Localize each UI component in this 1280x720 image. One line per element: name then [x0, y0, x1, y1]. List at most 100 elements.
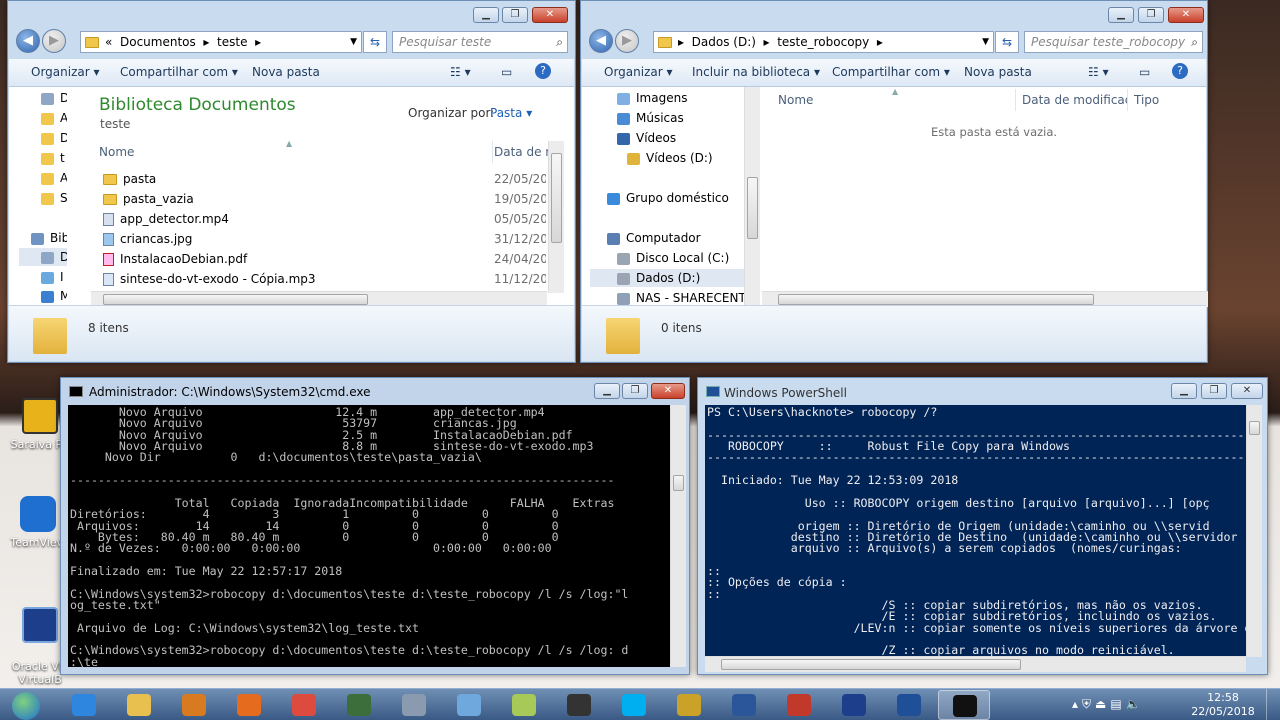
file-row[interactable]: sintese-do-vt-exodo - Cópia.mp3	[103, 269, 316, 289]
file-row[interactable]: InstalacaoDebian.pdf	[103, 249, 247, 269]
breadcrumb-drive[interactable]: Dados (D:)	[692, 35, 756, 49]
taskbar-button[interactable]	[828, 690, 880, 720]
scroll-thumb[interactable]	[673, 475, 684, 491]
minimize-button[interactable]: ▁	[594, 383, 620, 399]
refresh-button[interactable]: ⇆	[363, 31, 387, 53]
nav-item[interactable]: Vídeos (D:)	[627, 149, 713, 167]
new-folder-button[interactable]: Nova pasta	[964, 65, 1032, 79]
title-bar[interactable]: Administrador: C:\Windows\System32\cmd.e…	[61, 378, 689, 404]
preview-pane-icon[interactable]: ▭	[501, 65, 512, 79]
file-row[interactable]: pasta	[103, 169, 156, 189]
taskbar-button[interactable]	[388, 690, 440, 720]
console-output[interactable]: PS C:\Users\hacknote> robocopy /? -------…	[705, 405, 1246, 657]
address-bar[interactable]: « Documentos ▸ teste ▸ ▼	[80, 31, 362, 53]
help-icon[interactable]: ?	[1172, 63, 1188, 79]
view-options-icon[interactable]: ☷ ▾	[450, 65, 471, 79]
taskbar-button[interactable]	[58, 690, 110, 720]
show-desktop-button[interactable]	[1266, 689, 1280, 720]
nav-item[interactable]: Vídeos	[617, 129, 676, 147]
volume-icon[interactable]: 🔈	[1126, 697, 1145, 711]
search-input[interactable]: Pesquisar teste ⌕	[392, 31, 568, 53]
nav-item[interactable]: Músicas	[617, 109, 684, 127]
column-header-name[interactable]: Nome ▲	[762, 87, 1016, 111]
column-header-name[interactable]: Nome ▲	[91, 139, 493, 163]
minimize-button[interactable]: ▁	[473, 7, 499, 23]
title-bar[interactable]: ▁ ❐ ✕	[8, 1, 575, 29]
back-button[interactable]: ◀	[589, 29, 613, 53]
taskbar-button[interactable]	[333, 690, 385, 720]
clock[interactable]: 12:58 22/05/2018	[1188, 691, 1258, 719]
taskbar-button[interactable]	[278, 690, 330, 720]
taskbar-button[interactable]	[498, 690, 550, 720]
taskbar-button[interactable]	[608, 690, 660, 720]
help-icon[interactable]: ?	[535, 63, 551, 79]
minimize-button[interactable]: ▁	[1171, 383, 1197, 399]
nav-item[interactable]: Grupo doméstico	[607, 189, 729, 207]
taskbar-button[interactable]	[718, 690, 770, 720]
nav-item[interactable]: Dados (D:)	[590, 269, 744, 287]
address-bar[interactable]: ▸ Dados (D:) ▸ teste_robocopy ▸ ▼	[653, 31, 994, 53]
share-button[interactable]: Compartilhar com ▾	[832, 65, 950, 79]
file-row[interactable]: criancas.jpg	[103, 229, 192, 249]
file-row[interactable]: app_detector.mp4	[103, 209, 229, 229]
breadcrumb-overflow[interactable]: «	[105, 35, 112, 49]
nav-item[interactable]: Computador	[607, 229, 701, 247]
nav-item[interactable]: I	[41, 268, 64, 286]
network-icon[interactable]: ▤	[1110, 697, 1125, 711]
title-bar[interactable]: Windows PowerShell ▁ ❐ ✕	[698, 378, 1267, 404]
taskbar-button[interactable]	[223, 690, 275, 720]
scroll-thumb[interactable]	[747, 177, 758, 239]
back-button[interactable]: ◀	[16, 29, 40, 53]
console-output[interactable]: Novo Arquivo 12.4 m app_detector.mp4 Nov…	[68, 405, 670, 667]
maximize-button[interactable]: ❐	[622, 383, 648, 399]
nav-item[interactable]: t	[41, 149, 65, 167]
maximize-button[interactable]: ❐	[1138, 7, 1164, 23]
nav-item-libraries[interactable]: Bib	[31, 229, 67, 247]
taskbar-button[interactable]	[663, 690, 715, 720]
view-options-icon[interactable]: ☷ ▾	[1088, 65, 1109, 79]
horizontal-scrollbar[interactable]	[705, 656, 1246, 672]
include-library-button[interactable]: Incluir na biblioteca ▾	[692, 65, 820, 79]
taskbar-button[interactable]	[938, 690, 990, 720]
nav-item[interactable]: D	[41, 129, 67, 147]
close-button[interactable]: ✕	[1231, 383, 1263, 399]
forward-button[interactable]: ▶	[615, 29, 639, 53]
maximize-button[interactable]: ❐	[1201, 383, 1227, 399]
nav-item[interactable]: Imagens	[617, 89, 687, 107]
close-button[interactable]: ✕	[532, 7, 568, 23]
vertical-scrollbar[interactable]	[548, 141, 564, 293]
organize-button[interactable]: Organizar ▾	[604, 65, 673, 79]
preview-pane-icon[interactable]: ▭	[1139, 65, 1150, 79]
language-icon[interactable]: ▴	[1072, 697, 1082, 711]
title-bar[interactable]: ▁ ❐ ✕	[581, 1, 1207, 29]
usb-icon[interactable]: ⏏	[1095, 697, 1110, 711]
forward-button[interactable]: ▶	[42, 29, 66, 53]
taskbar-button[interactable]	[168, 690, 220, 720]
nav-item-selected[interactable]: D	[19, 248, 67, 266]
taskbar-button[interactable]	[773, 690, 825, 720]
nav-item[interactable]: M	[41, 287, 67, 305]
taskbar-button[interactable]	[443, 690, 495, 720]
arrange-by-dropdown[interactable]: Pasta ▾	[490, 106, 532, 120]
close-button[interactable]: ✕	[651, 383, 685, 399]
search-input[interactable]: Pesquisar teste_robocopy ⌕	[1024, 31, 1203, 53]
nav-item[interactable]: S	[41, 189, 67, 207]
share-button[interactable]: Compartilhar com ▾	[120, 65, 238, 79]
column-header-type[interactable]: Tipo	[1134, 89, 1159, 111]
organize-button[interactable]: Organizar ▾	[31, 65, 100, 79]
new-folder-button[interactable]: Nova pasta	[252, 65, 320, 79]
scroll-thumb[interactable]	[778, 294, 1094, 305]
taskbar-button[interactable]	[113, 690, 165, 720]
scroll-thumb[interactable]	[721, 659, 1021, 670]
nav-item[interactable]: A	[41, 169, 67, 187]
address-dropdown-icon[interactable]: ▼	[982, 32, 989, 52]
minimize-button[interactable]: ▁	[1108, 7, 1134, 23]
nav-item[interactable]: Disco Local (C:)	[617, 249, 729, 267]
scroll-thumb[interactable]	[103, 294, 368, 305]
nav-item[interactable]: A	[41, 109, 67, 127]
refresh-button[interactable]: ⇆	[995, 31, 1019, 53]
file-row[interactable]: pasta_vazia	[103, 189, 194, 209]
address-dropdown-icon[interactable]: ▼	[350, 32, 357, 52]
nav-vertical-scrollbar[interactable]	[744, 87, 760, 307]
taskbar-button[interactable]	[553, 690, 605, 720]
